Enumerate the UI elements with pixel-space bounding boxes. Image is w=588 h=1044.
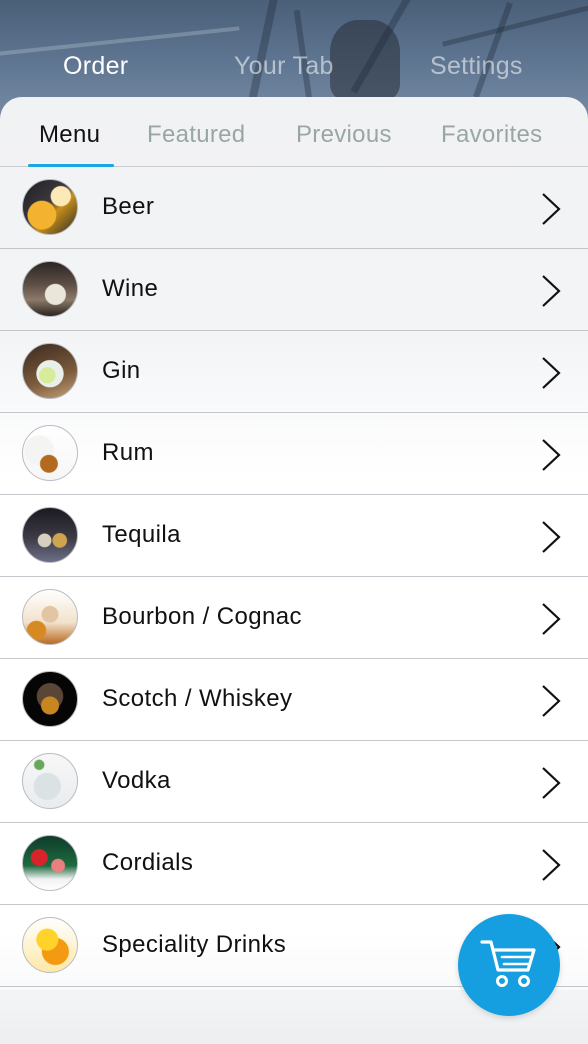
menu-item-label: Wine: [102, 275, 159, 302]
chevron-right-icon: [542, 357, 561, 389]
vodka-thumbnail: [22, 753, 78, 809]
subtab-previous[interactable]: Previous: [296, 119, 392, 151]
menu-item-label: Beer: [102, 193, 155, 220]
chevron-right-icon: [542, 439, 561, 471]
sub-tab-bar: Menu Featured Previous Favorites: [0, 97, 588, 167]
chevron-right-icon: [542, 521, 561, 553]
menu-item-gin[interactable]: Gin: [0, 331, 588, 413]
menu-item-label: Tequila: [102, 521, 181, 548]
menu-item-bourbon-cognac[interactable]: Bourbon / Cognac: [0, 577, 588, 659]
header-photo-detail: [442, 0, 588, 47]
menu-item-vodka[interactable]: Vodka: [0, 741, 588, 823]
chevron-right-icon: [542, 603, 561, 635]
chevron-right-icon: [542, 685, 561, 717]
menu-item-label: Vodka: [102, 767, 171, 794]
menu-item-cordials[interactable]: Cordials: [0, 823, 588, 905]
scotch-thumbnail: [22, 671, 78, 727]
chevron-right-icon: [542, 849, 561, 881]
menu-item-tequila[interactable]: Tequila: [0, 495, 588, 577]
cordials-thumbnail: [22, 835, 78, 891]
speciality-thumbnail: [22, 917, 78, 973]
menu-item-label: Rum: [102, 439, 154, 466]
subtab-featured[interactable]: Featured: [147, 119, 245, 151]
menu-item-rum[interactable]: Rum: [0, 413, 588, 495]
menu-item-wine[interactable]: Wine: [0, 249, 588, 331]
tab-order[interactable]: Order: [63, 46, 128, 86]
chevron-right-icon: [542, 275, 561, 307]
tequila-thumbnail: [22, 507, 78, 563]
menu-item-label: Scotch / Whiskey: [102, 685, 293, 712]
wine-thumbnail: [22, 261, 78, 317]
subtab-menu[interactable]: Menu: [39, 119, 100, 151]
menu-item-label: Gin: [102, 357, 141, 384]
menu-item-beer[interactable]: Beer: [0, 167, 588, 249]
cart-icon: [480, 940, 536, 987]
menu-item-scotch-whiskey[interactable]: Scotch / Whiskey: [0, 659, 588, 741]
subtab-favorites[interactable]: Favorites: [441, 119, 542, 151]
cart-button[interactable]: [458, 914, 560, 1016]
bourbon-thumbnail: [22, 589, 78, 645]
menu-item-label: Bourbon / Cognac: [102, 603, 302, 630]
top-tab-bar: Order Your Tab Settings: [0, 46, 588, 86]
beer-thumbnail: [22, 179, 78, 235]
drink-category-list: Beer Wine Gin Rum Tequila Bourbon / Cogn…: [0, 167, 588, 987]
menu-item-label: Speciality Drinks: [102, 931, 287, 958]
rum-thumbnail: [22, 425, 78, 481]
menu-item-label: Cordials: [102, 849, 194, 876]
menu-card: Menu Featured Previous Favorites Beer Wi…: [0, 97, 588, 1044]
tab-settings[interactable]: Settings: [430, 46, 523, 86]
tab-your-tab[interactable]: Your Tab: [234, 46, 334, 86]
gin-thumbnail: [22, 343, 78, 399]
chevron-right-icon: [542, 193, 561, 225]
chevron-right-icon: [542, 767, 561, 799]
